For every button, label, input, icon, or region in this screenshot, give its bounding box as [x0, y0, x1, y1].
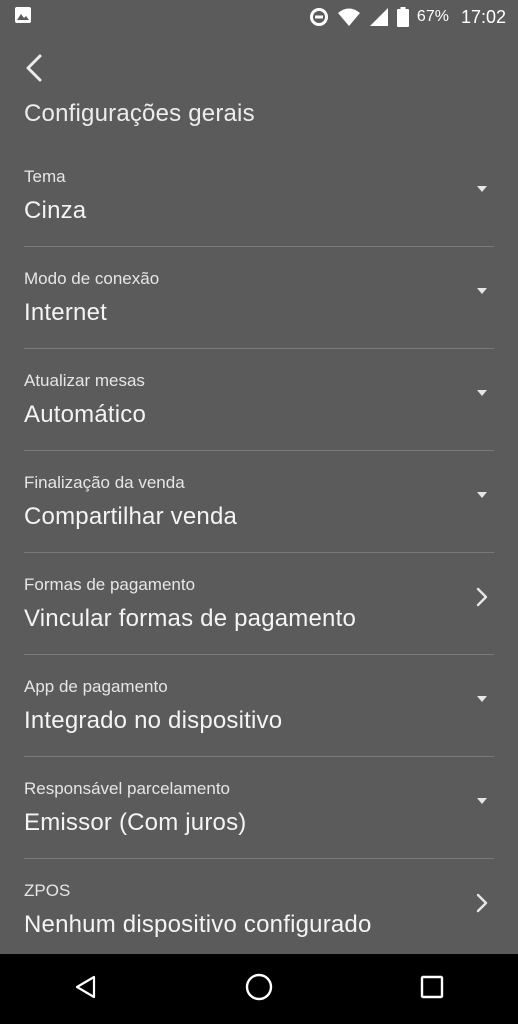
system-nav-bar	[0, 954, 518, 1024]
chevron-right-icon[interactable]	[470, 891, 494, 915]
setting-atualizar-mesas[interactable]: Atualizar mesas Automático	[0, 349, 518, 451]
dropdown-arrow-icon[interactable]	[470, 687, 494, 711]
back-triangle-icon	[74, 975, 98, 1004]
clock: 17:02	[460, 6, 506, 27]
battery-percent: 67%	[416, 8, 449, 25]
dropdown-arrow-icon[interactable]	[470, 279, 494, 303]
setting-value: Integrado no dispositivo	[24, 707, 283, 734]
do-not-disturb-icon	[309, 7, 329, 27]
setting-value: Emissor (Com juros)	[24, 809, 247, 836]
setting-label: Finalização da venda	[24, 473, 185, 492]
setting-app-pagamento[interactable]: App de pagamento Integrado no dispositiv…	[0, 655, 518, 757]
setting-responsavel-parcelamento[interactable]: Responsável parcelamento Emissor (Com ju…	[0, 757, 518, 859]
nav-back-button[interactable]	[56, 959, 116, 1019]
dropdown-arrow-icon[interactable]	[470, 483, 494, 507]
setting-label: Tema	[24, 167, 66, 186]
chevron-right-icon[interactable]	[470, 585, 494, 609]
setting-tema[interactable]: Tema Cinza	[0, 145, 518, 247]
image-icon	[14, 6, 32, 29]
setting-value: Cinza	[24, 197, 87, 224]
signal-icon	[369, 7, 389, 27]
setting-modo-conexao[interactable]: Modo de conexão Internet	[0, 247, 518, 349]
wifi-icon	[337, 7, 361, 27]
setting-value: Internet	[24, 299, 107, 326]
dropdown-arrow-icon[interactable]	[470, 381, 494, 405]
nav-recents-button[interactable]	[402, 959, 462, 1019]
setting-value: Compartilhar venda	[24, 503, 238, 530]
setting-formas-pagamento[interactable]: Formas de pagamento Vincular formas de p…	[0, 553, 518, 655]
setting-label: Atualizar mesas	[24, 371, 145, 390]
setting-label: Formas de pagamento	[24, 575, 196, 594]
back-button[interactable]	[14, 50, 54, 90]
setting-value: Nenhum dispositivo configurado	[24, 911, 372, 938]
setting-value: Automático	[24, 401, 147, 428]
home-circle-icon	[245, 973, 273, 1006]
setting-value: Vincular formas de pagamento	[24, 605, 357, 632]
setting-label: App de pagamento	[24, 677, 168, 696]
chevron-left-icon	[23, 53, 45, 88]
dropdown-arrow-icon[interactable]	[470, 177, 494, 201]
settings-list: Tema Cinza Modo de conexão Internet Atua…	[0, 145, 518, 961]
setting-zpos[interactable]: ZPOS Nenhum dispositivo configurado	[0, 859, 518, 961]
setting-finalizacao-venda[interactable]: Finalização da venda Compartilhar venda	[0, 451, 518, 553]
status-bar: 67% 17:02	[0, 0, 518, 34]
setting-label: ZPOS	[24, 881, 71, 900]
page-title: Configurações gerais	[24, 100, 255, 127]
setting-label: Responsável parcelamento	[24, 779, 231, 798]
nav-home-button[interactable]	[229, 959, 289, 1019]
dropdown-arrow-icon[interactable]	[470, 789, 494, 813]
setting-label: Modo de conexão	[24, 269, 160, 288]
recents-square-icon	[420, 975, 444, 1004]
battery-icon	[396, 7, 409, 27]
